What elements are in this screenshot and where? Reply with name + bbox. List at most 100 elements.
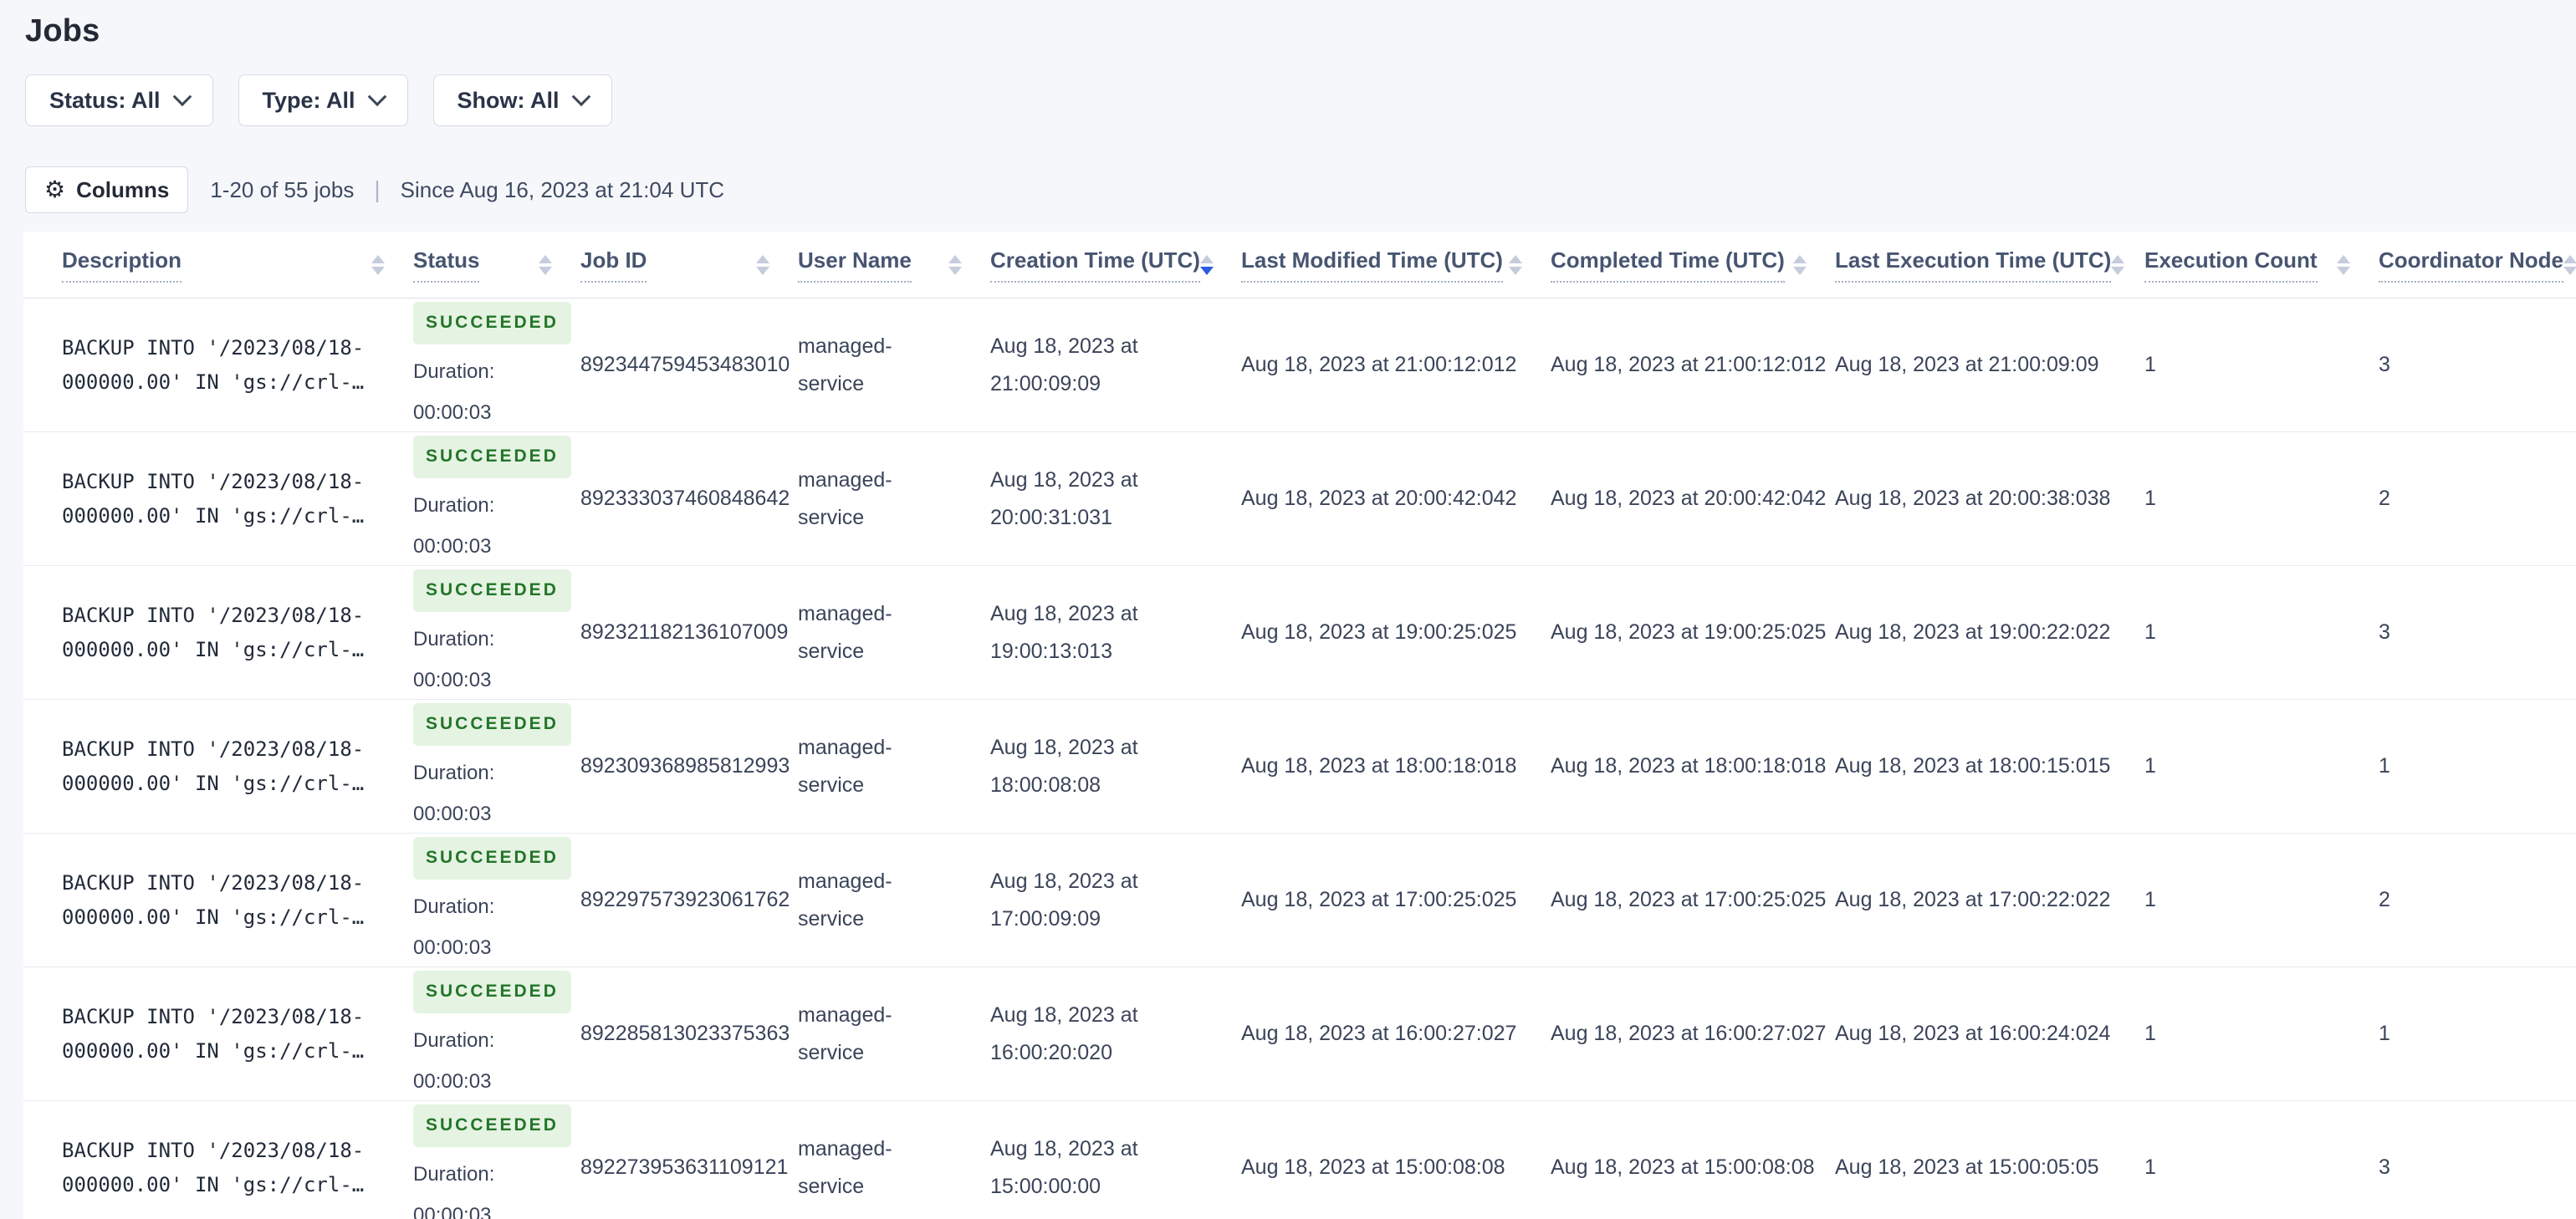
cell-execution-count: 1	[2144, 487, 2156, 511]
cell-last-modified-time: Aug 18, 2023 at 19:00:25:025	[1241, 620, 1517, 645]
sort-icons[interactable]	[1509, 254, 1522, 275]
column-header-label[interactable]: User Name	[798, 247, 912, 283]
column-header[interactable]: Creation Time (UTC)	[990, 247, 1241, 283]
cell-user-name: managed-service	[798, 467, 892, 529]
chevron-down-icon	[571, 87, 590, 107]
description-line-1: BACKUP INTO '/2023/08/18-	[62, 603, 365, 627]
chevron-down-icon	[172, 87, 192, 107]
status-badge: SUCCEEDED	[413, 971, 571, 1013]
status-badge: SUCCEEDED	[413, 569, 571, 612]
column-header[interactable]: Description	[62, 247, 413, 283]
columns-button[interactable]: ⚙ Columns	[25, 166, 189, 213]
duration-value: 00:00:03	[413, 802, 492, 825]
cell-user-name: managed-service	[798, 334, 892, 395]
column-header[interactable]: Completed Time (UTC)	[1551, 247, 1835, 283]
sort-desc-icon[interactable]	[756, 266, 769, 275]
sort-icons[interactable]	[539, 254, 552, 275]
cell-creation-time: Aug 18, 2023 at 19:00:13:013	[990, 601, 1138, 663]
cell-description: BACKUP INTO '/2023/08/18- 000000.00' IN …	[62, 331, 413, 400]
table-row: BACKUP INTO '/2023/08/18- 000000.00' IN …	[23, 432, 2576, 566]
cell-last-execution-time: Aug 18, 2023 at 16:00:24:024	[1835, 1022, 2111, 1046]
description-line-1: BACKUP INTO '/2023/08/18-	[62, 870, 365, 895]
column-header[interactable]: Job ID	[580, 247, 798, 283]
cell-last-modified-time: Aug 18, 2023 at 20:00:42:042	[1241, 487, 1517, 511]
column-header-label[interactable]: Description	[62, 247, 182, 283]
filter-dropdown[interactable]: Status: All	[25, 74, 213, 126]
sort-desc-icon[interactable]	[539, 266, 552, 275]
duration-label: Duration:	[413, 627, 495, 650]
status-badge: SUCCEEDED	[413, 302, 571, 344]
cell-last-modified-time: Aug 18, 2023 at 21:00:12:012	[1241, 353, 1517, 377]
description-line-2: 000000.00' IN 'gs://crl-…	[62, 637, 365, 661]
duration-label: Duration:	[413, 761, 495, 784]
sort-icons[interactable]	[2337, 254, 2350, 275]
chevron-down-icon	[367, 87, 386, 107]
filter-dropdown[interactable]: Type: All	[238, 74, 408, 126]
sort-asc-icon[interactable]	[1509, 254, 1522, 263]
filter-dropdown[interactable]: Show: All	[432, 74, 612, 126]
column-header-label[interactable]: Job ID	[580, 247, 647, 283]
column-header-label[interactable]: Completed Time (UTC)	[1551, 247, 1785, 283]
sort-icons[interactable]	[1199, 254, 1214, 275]
results-count: 1-20 of 55 jobs	[210, 176, 355, 202]
column-header-label[interactable]: Last Execution Time (UTC)	[1835, 247, 2112, 283]
filter-bar: Status: All Type: All Show: All	[25, 74, 2576, 126]
description-line-1: BACKUP INTO '/2023/08/18-	[62, 1138, 365, 1162]
page-title: Jobs	[25, 13, 100, 48]
filter-dropdown-label: Show: All	[457, 87, 560, 113]
cell-description: BACKUP INTO '/2023/08/18- 000000.00' IN …	[62, 465, 413, 533]
sort-icons[interactable]	[1793, 254, 1807, 275]
sort-icons[interactable]	[756, 254, 769, 275]
cell-status: SUCCEEDED Duration: 00:00:03	[413, 971, 580, 1097]
column-header[interactable]: Coordinator Node	[2379, 247, 2576, 283]
sort-icons[interactable]	[2563, 254, 2576, 275]
column-header[interactable]: Last Execution Time (UTC)	[1835, 247, 2144, 283]
sort-icons[interactable]	[371, 254, 385, 275]
cell-creation-time: Aug 18, 2023 at 18:00:08:08	[990, 735, 1138, 797]
duration-value: 00:00:03	[413, 1069, 492, 1093]
sort-desc-icon[interactable]	[2111, 266, 2125, 275]
sort-desc-icon[interactable]	[1509, 266, 1522, 275]
column-header[interactable]: Last Modified Time (UTC)	[1241, 247, 1551, 283]
column-header-label[interactable]: Creation Time (UTC)	[990, 247, 1200, 283]
column-header[interactable]: Execution Count	[2144, 247, 2379, 283]
sort-asc-icon[interactable]	[756, 254, 769, 263]
sort-desc-icon[interactable]	[371, 266, 385, 275]
column-header[interactable]: User Name	[798, 247, 990, 283]
sort-asc-icon[interactable]	[2337, 254, 2350, 263]
cell-coordinator-node: 3	[2379, 620, 2390, 645]
sort-icons[interactable]	[2111, 254, 2125, 275]
divider: |	[374, 176, 381, 202]
sort-desc-icon[interactable]	[1199, 266, 1214, 275]
jobs-table: Description Status Job ID User Name Crea…	[23, 232, 2576, 1219]
column-header-label[interactable]: Last Modified Time (UTC)	[1241, 247, 1503, 283]
cell-status: SUCCEEDED Duration: 00:00:03	[413, 302, 580, 428]
cell-job-id: 892273953631109121	[580, 1155, 789, 1180]
column-header[interactable]: Status	[413, 247, 580, 283]
sort-asc-icon[interactable]	[1793, 254, 1807, 263]
sort-desc-icon[interactable]	[948, 266, 962, 275]
cell-description: BACKUP INTO '/2023/08/18- 000000.00' IN …	[62, 599, 413, 667]
sort-desc-icon[interactable]	[2337, 266, 2350, 275]
columns-button-label: Columns	[76, 176, 170, 202]
sort-desc-icon[interactable]	[1793, 266, 1807, 275]
cell-last-modified-time: Aug 18, 2023 at 15:00:08:08	[1241, 1155, 1505, 1180]
cell-user-name: managed-service	[798, 869, 892, 931]
sort-asc-icon[interactable]	[2563, 254, 2576, 263]
cell-completed-time: Aug 18, 2023 at 18:00:18:018	[1551, 754, 1827, 778]
cell-last-execution-time: Aug 18, 2023 at 15:00:05:05	[1835, 1155, 2099, 1180]
sort-icons[interactable]	[948, 254, 962, 275]
sort-asc-icon[interactable]	[1199, 254, 1214, 263]
cell-job-id: 892344759453483010	[580, 353, 790, 377]
column-header-label[interactable]: Execution Count	[2144, 247, 2318, 283]
filter-dropdown-label: Status: All	[49, 87, 161, 113]
column-header-label[interactable]: Status	[413, 247, 480, 283]
sort-asc-icon[interactable]	[948, 254, 962, 263]
column-header-label[interactable]: Coordinator Node	[2379, 247, 2563, 283]
cell-execution-count: 1	[2144, 353, 2156, 377]
cell-execution-count: 1	[2144, 1022, 2156, 1046]
sort-asc-icon[interactable]	[2111, 254, 2125, 263]
sort-asc-icon[interactable]	[371, 254, 385, 263]
sort-desc-icon[interactable]	[2563, 266, 2576, 275]
sort-asc-icon[interactable]	[539, 254, 552, 263]
